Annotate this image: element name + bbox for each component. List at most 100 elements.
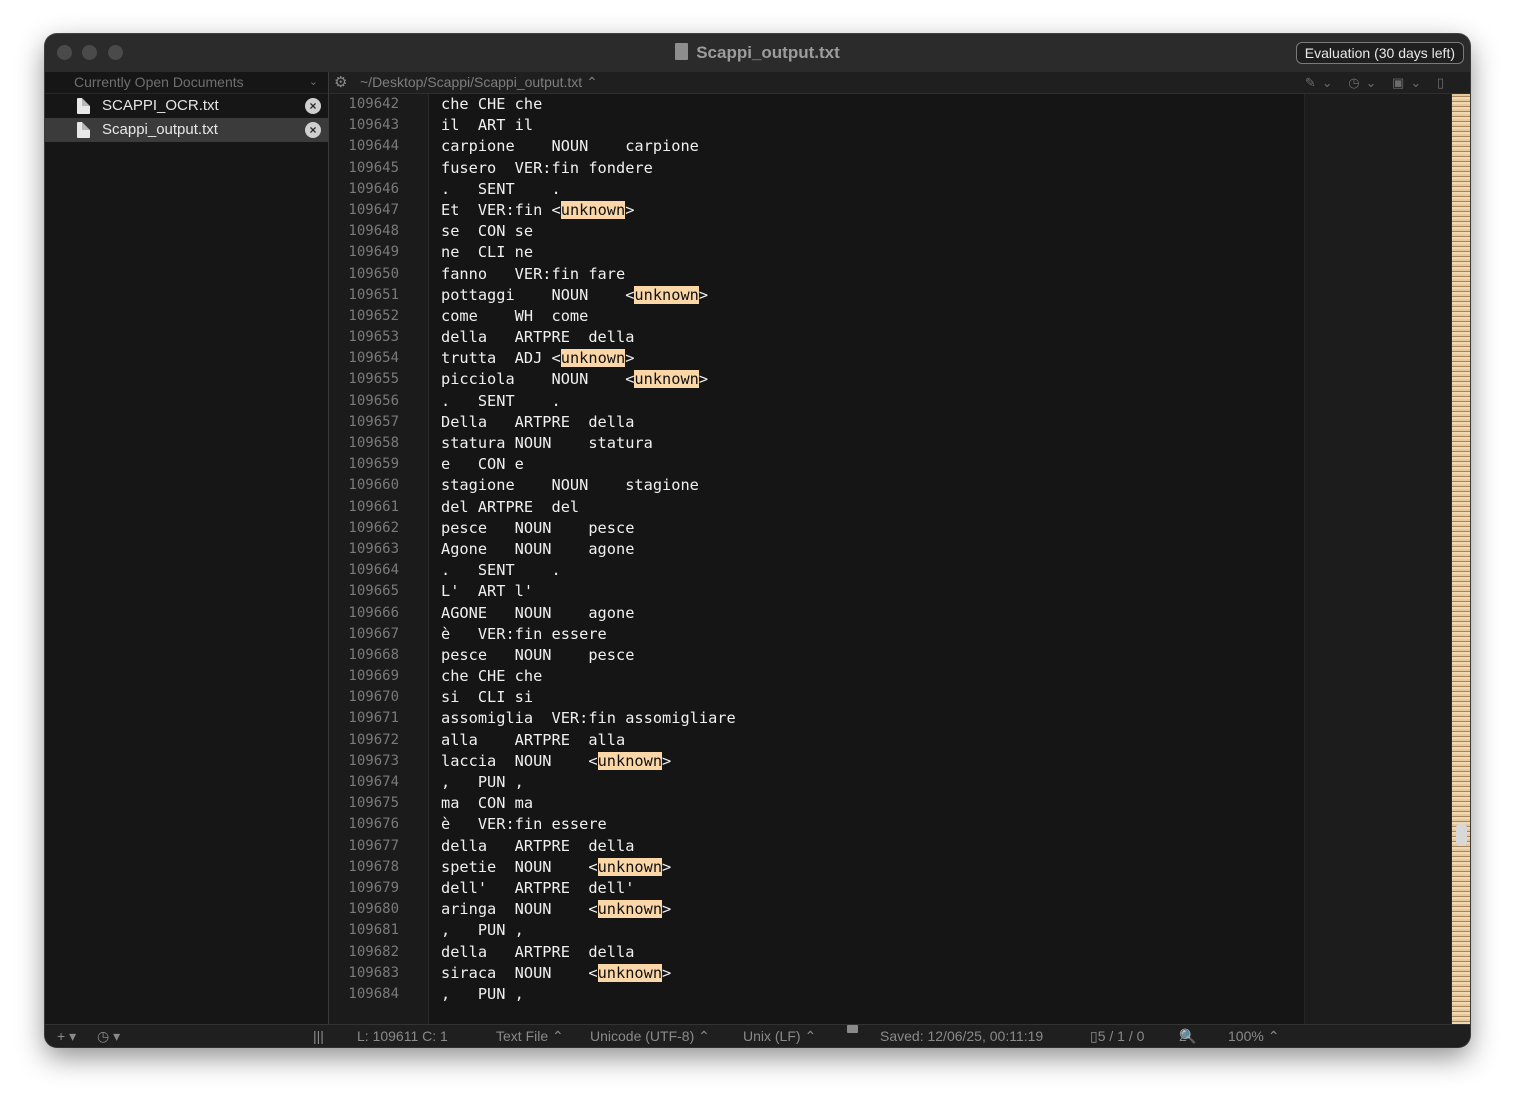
document-item-scappi-output[interactable]: Scappi_output.txt × [45, 118, 328, 142]
code-line[interactable]: aringa NOUN <unknown> [441, 899, 1300, 920]
line-number: 109650 [348, 265, 399, 282]
code-line[interactable]: statura NOUN statura [441, 433, 1300, 454]
gear-icon[interactable]: ⚙ [334, 72, 347, 93]
close-document-icon[interactable]: × [305, 122, 321, 138]
code-line[interactable]: si CLI si [441, 687, 1300, 708]
code-text: spetie NOUN < [441, 857, 598, 876]
line-number: 109655 [348, 371, 399, 388]
columns-icon[interactable]: ||| [313, 1025, 324, 1047]
code-text: fanno VER:fin fare [441, 264, 626, 283]
code-line[interactable]: ma CON ma [441, 793, 1300, 814]
line-number: 109667 [348, 625, 399, 642]
code-text: della ARTPRE della [441, 942, 635, 961]
window-title-text: Scappi_output.txt [696, 43, 840, 62]
code-line[interactable]: pesce NOUN pesce [441, 518, 1300, 539]
line-number: 109643 [348, 117, 399, 134]
toolbar-icons[interactable]: ✎⌄ ◷⌄ ▣⌄ ▯ [1305, 72, 1450, 93]
code-text: alla ARTPRE alla [441, 730, 626, 749]
code-line[interactable]: del ARTPRE del [441, 497, 1300, 518]
evaluation-button[interactable]: Evaluation (30 days left) [1295, 42, 1464, 64]
code-text: dell' ARTPRE dell' [441, 878, 635, 897]
scrollbar-thumb[interactable] [1456, 824, 1467, 846]
code-text: Agone NOUN agone [441, 539, 635, 558]
code-text: trutta ADJ < [441, 349, 561, 368]
text-file-icon [77, 122, 90, 138]
code-line[interactable]: , PUN , [441, 984, 1300, 1005]
line-number: 109642 [348, 96, 399, 112]
file-path-popup[interactable]: ~/Desktop/Scappi/Scappi_output.txt ⌃ [360, 72, 598, 93]
line-number: 109647 [348, 201, 399, 218]
add-button[interactable]: + ▾ [57, 1025, 76, 1047]
code-line[interactable]: che CHE che [441, 94, 1300, 115]
highlighted-match: unknown [597, 857, 663, 876]
code-line[interactable]: è VER:fin essere [441, 624, 1300, 645]
code-text-after: > [625, 349, 635, 368]
code-text: ma CON ma [441, 794, 534, 813]
code-line[interactable]: . SENT . [441, 560, 1300, 581]
code-line[interactable]: . SENT . [441, 179, 1300, 200]
line-endings-popup[interactable]: Unix (LF) ⌃ [743, 1025, 816, 1047]
code-line[interactable]: . SENT . [441, 391, 1300, 412]
line-number: 109645 [348, 159, 399, 176]
code-line[interactable]: spetie NOUN <unknown> [441, 857, 1300, 878]
code-line[interactable]: fanno VER:fin fare [441, 264, 1300, 285]
code-text: che CHE che [441, 95, 543, 113]
code-line[interactable]: carpione NOUN carpione [441, 136, 1300, 157]
line-number: 109670 [348, 689, 399, 706]
document-item-scappi-ocr[interactable]: SCAPPI_OCR.txt × [45, 94, 328, 118]
code-line[interactable]: fusero VER:fin fondere [441, 158, 1300, 179]
code-text: , PUN , [441, 773, 524, 791]
code-line[interactable]: stagione NOUN stagione [441, 475, 1300, 496]
code-area[interactable]: che CHE che il ART il carpione NOUN carpio… [441, 94, 1300, 1005]
line-number: 109678 [348, 858, 399, 875]
code-line[interactable]: che CHE che [441, 666, 1300, 687]
code-line[interactable]: e CON e [441, 454, 1300, 475]
code-line[interactable]: della ARTPRE della [441, 327, 1300, 348]
code-line[interactable]: laccia NOUN <unknown> [441, 751, 1300, 772]
encoding-popup[interactable]: Unicode (UTF-8) ⌃ [590, 1025, 710, 1047]
code-line[interactable]: Della ARTPRE della [441, 412, 1300, 433]
code-line[interactable]: alla ARTPRE alla [441, 730, 1300, 751]
code-line[interactable]: Et VER:fin <unknown> [441, 200, 1300, 221]
open-documents-sidebar: Currently Open Documents ⌄ SCAPPI_OCR.tx… [45, 72, 329, 1025]
code-line[interactable]: se CON se [441, 221, 1300, 242]
code-line[interactable]: trutta ADJ <unknown> [441, 348, 1300, 369]
code-text: . SENT . [441, 391, 561, 410]
zoom-popup[interactable]: 100% ⌃ [1228, 1025, 1279, 1047]
cursor-position[interactable]: L: 109611 C: 1 [357, 1025, 448, 1047]
file-type-popup[interactable]: Text File ⌃ [496, 1025, 564, 1047]
minimap-scrollbar[interactable] [1451, 94, 1470, 1025]
code-text: AGONE NOUN agone [441, 603, 635, 622]
code-line[interactable]: il ART il [441, 115, 1300, 136]
code-line[interactable]: picciola NOUN <unknown> [441, 369, 1300, 390]
code-text: è VER:fin essere [441, 624, 607, 643]
code-line[interactable]: pottaggi NOUN <unknown> [441, 285, 1300, 306]
document-counts[interactable]: ▯ 5 / 1 / 0 [1090, 1025, 1144, 1047]
code-line[interactable]: L' ART l' [441, 581, 1300, 602]
code-line[interactable]: AGONE NOUN agone [441, 603, 1300, 624]
close-document-icon[interactable]: × [305, 98, 321, 114]
chevron-down-icon[interactable]: ⌄ [309, 72, 318, 93]
line-number: 109664 [348, 562, 399, 579]
code-line[interactable]: Agone NOUN agone [441, 539, 1300, 560]
code-text: se CON se [441, 222, 534, 241]
history-button[interactable]: ◷ ▾ [97, 1025, 120, 1047]
line-number: 109672 [348, 731, 399, 748]
line-number: 109658 [348, 435, 399, 451]
code-line[interactable]: , PUN , [441, 772, 1300, 793]
code-line[interactable]: è VER:fin essere [441, 814, 1300, 835]
code-line[interactable]: come WH come [441, 306, 1300, 327]
code-line[interactable]: della ARTPRE della [441, 942, 1300, 963]
text-editor[interactable]: 109642 109643 109644 109645 109646 109647 1096… [329, 94, 1470, 1025]
code-line[interactable]: siraca NOUN <unknown> [441, 963, 1300, 984]
saved-timestamp: Saved: 12/06/25, 00:11:19 [880, 1028, 1044, 1044]
code-line[interactable]: assomiglia VER:fin assomigliare [441, 708, 1300, 729]
open-documents-header[interactable]: Currently Open Documents ⌄ [45, 72, 328, 94]
code-line[interactable]: pesce NOUN pesce [441, 645, 1300, 666]
code-line[interactable]: della ARTPRE della [441, 836, 1300, 857]
code-line[interactable]: , PUN , [441, 920, 1300, 941]
line-number: 109646 [348, 180, 399, 197]
code-line[interactable]: ne CLI ne [441, 242, 1300, 263]
line-number: 109681 [348, 922, 399, 939]
code-line[interactable]: dell' ARTPRE dell' [441, 878, 1300, 899]
